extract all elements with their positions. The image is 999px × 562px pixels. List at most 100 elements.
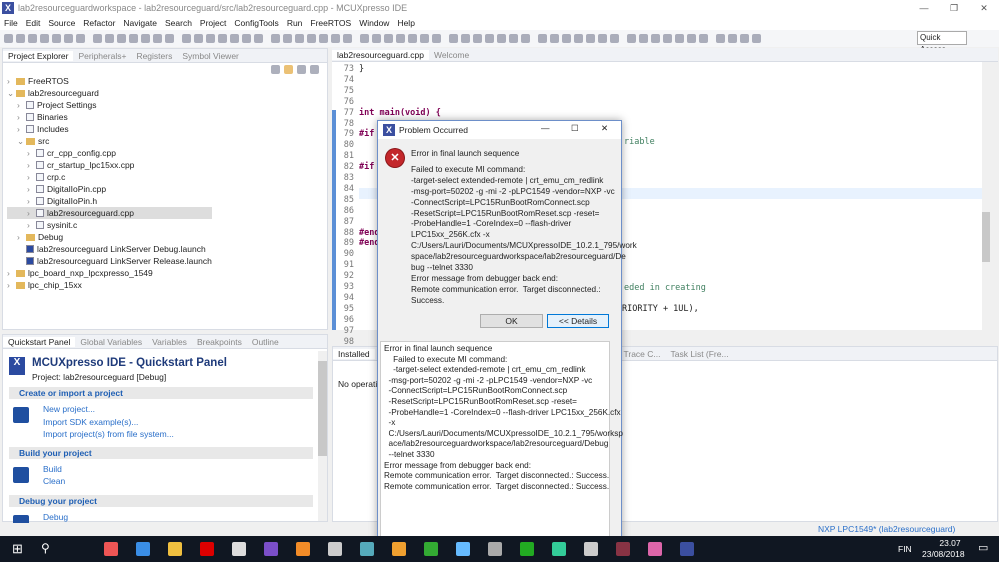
section-header[interactable]: Debug your project xyxy=(9,494,313,507)
toolbar-button-icon[interactable] xyxy=(218,34,227,43)
toolbar-button-icon[interactable] xyxy=(319,34,328,43)
toolbar-button-icon[interactable] xyxy=(165,34,174,43)
toolbar-button-icon[interactable] xyxy=(598,34,607,43)
expand-chevron-icon[interactable]: › xyxy=(27,183,36,195)
menu-navigate[interactable]: Navigate xyxy=(119,16,161,30)
expand-chevron-icon[interactable]: › xyxy=(27,195,36,207)
toolbar-button-icon[interactable] xyxy=(331,34,340,43)
taskbar-app-icon[interactable] xyxy=(392,542,406,556)
expand-chevron-icon[interactable]: › xyxy=(27,171,36,183)
toolbar-button-icon[interactable] xyxy=(497,34,506,43)
link-editor-icon[interactable] xyxy=(284,65,293,74)
details-text-area[interactable]: Error in final launch sequence Failed to… xyxy=(380,341,623,559)
tab-task-list-fre-[interactable]: Task List (Fre... xyxy=(665,349,733,359)
tree-item[interactable]: › DigitalIoPin.h xyxy=(7,195,212,207)
taskbar-app-icon[interactable] xyxy=(200,542,214,556)
tree-item[interactable]: › sysinit.c xyxy=(7,219,212,231)
section-header[interactable]: Build your project xyxy=(9,446,313,459)
toolbar-button-icon[interactable] xyxy=(538,34,547,43)
toolbar-button-icon[interactable] xyxy=(307,34,316,43)
section-header[interactable]: Create or import a project xyxy=(9,387,313,399)
tree-item[interactable]: › lab2resourceguard.cpp xyxy=(7,207,212,219)
maximize-button[interactable]: ❐ xyxy=(939,0,969,16)
language-indicator[interactable]: FIN xyxy=(898,544,912,554)
tree-item[interactable]: › cr_startup_lpc15xx.cpp xyxy=(7,159,212,171)
quickstart-link[interactable]: New project... xyxy=(43,403,319,416)
toolbar-button-icon[interactable] xyxy=(64,34,73,43)
tree-item[interactable]: › FreeRTOS xyxy=(7,75,212,87)
toolbar-button-icon[interactable] xyxy=(752,34,761,43)
taskbar-app-icon[interactable] xyxy=(680,542,694,556)
tab-outline[interactable]: Outline xyxy=(247,337,284,347)
quickstart-link[interactable]: Debug xyxy=(43,511,319,524)
tree-item[interactable]: lab2resourceguard LinkServer Debug.launc… xyxy=(7,243,212,255)
toolbar-button-icon[interactable] xyxy=(639,34,648,43)
toolbar-button-icon[interactable] xyxy=(76,34,85,43)
menu-file[interactable]: File xyxy=(0,16,22,30)
toolbar-button-icon[interactable] xyxy=(521,34,530,43)
dialog-minimize-button[interactable]: — xyxy=(541,123,550,133)
expand-chevron-icon[interactable]: › xyxy=(27,159,36,171)
details-button[interactable]: << Details xyxy=(547,314,609,328)
tree-item[interactable]: › Binaries xyxy=(7,111,212,123)
collapse-all-icon[interactable] xyxy=(271,65,280,74)
quickstart-link[interactable]: Clean xyxy=(43,475,319,488)
tab-symbol-viewer[interactable]: Symbol Viewer xyxy=(177,51,244,61)
menu-refactor[interactable]: Refactor xyxy=(79,16,119,30)
taskbar-app-icon[interactable] xyxy=(424,542,438,556)
menu-configtools[interactable]: ConfigTools xyxy=(230,16,282,30)
expand-chevron-icon[interactable]: › xyxy=(7,267,16,279)
toolbar-button-icon[interactable] xyxy=(728,34,737,43)
tab-peripherals-[interactable]: Peripherals+ xyxy=(73,51,131,61)
start-icon[interactable]: ⊞ xyxy=(12,541,23,557)
taskbar-app-icon[interactable] xyxy=(616,542,630,556)
tree-item[interactable]: › Project Settings xyxy=(7,99,212,111)
toolbar-button-icon[interactable] xyxy=(182,34,191,43)
expand-chevron-icon[interactable]: ⌄ xyxy=(7,87,16,99)
toolbar-button-icon[interactable] xyxy=(283,34,292,43)
dialog-close-button[interactable]: ✕ xyxy=(601,123,608,134)
taskbar-app-icon[interactable] xyxy=(136,542,150,556)
taskbar-app-icon[interactable] xyxy=(456,542,470,556)
toolbar-button-icon[interactable] xyxy=(663,34,672,43)
toolbar-button-icon[interactable] xyxy=(473,34,482,43)
taskbar-app-icon[interactable] xyxy=(296,542,310,556)
tab-registers[interactable]: Registers xyxy=(131,51,177,61)
close-button[interactable]: ✕ xyxy=(969,0,999,16)
taskbar-app-icon[interactable] xyxy=(488,542,502,556)
toolbar-button-icon[interactable] xyxy=(206,34,215,43)
expand-chevron-icon[interactable]: › xyxy=(27,219,36,231)
ok-button[interactable]: OK xyxy=(480,314,543,328)
menu-edit[interactable]: Edit xyxy=(22,16,45,30)
taskbar-app-icon[interactable] xyxy=(232,542,246,556)
tree-item[interactable]: › cr_cpp_config.cpp xyxy=(7,147,212,159)
toolbar-button-icon[interactable] xyxy=(562,34,571,43)
toolbar-button-icon[interactable] xyxy=(651,34,660,43)
expand-chevron-icon[interactable]: ⌄ xyxy=(17,135,26,147)
toolbar-button-icon[interactable] xyxy=(485,34,494,43)
tree-item[interactable]: › lpc_chip_15xx xyxy=(7,279,212,291)
toolbar-button-icon[interactable] xyxy=(105,34,114,43)
toolbar-button-icon[interactable] xyxy=(141,34,150,43)
toolbar-button-icon[interactable] xyxy=(372,34,381,43)
menu-window[interactable]: Window xyxy=(355,16,393,30)
expand-chevron-icon[interactable]: › xyxy=(17,111,26,123)
menu-help[interactable]: Help xyxy=(393,16,418,30)
tab-breakpoints[interactable]: Breakpoints xyxy=(192,337,247,347)
toolbar-button-icon[interactable] xyxy=(396,34,405,43)
toolbar-button-icon[interactable] xyxy=(93,34,102,43)
toolbar-button-icon[interactable] xyxy=(432,34,441,43)
tree-item[interactable]: ⌄ src xyxy=(7,135,212,147)
quick-access-input[interactable]: Quick Access xyxy=(917,31,967,54)
expand-chevron-icon[interactable]: › xyxy=(7,279,16,291)
view-menu-icon[interactable] xyxy=(310,65,319,74)
toolbar-button-icon[interactable] xyxy=(360,34,369,43)
toolbar-button-icon[interactable] xyxy=(509,34,518,43)
toolbar-button-icon[interactable] xyxy=(343,34,352,43)
notifications-icon[interactable]: ▭ xyxy=(978,541,988,554)
toolbar-button-icon[interactable] xyxy=(254,34,263,43)
toolbar-button-icon[interactable] xyxy=(740,34,749,43)
toolbar-button-icon[interactable] xyxy=(586,34,595,43)
toolbar-button-icon[interactable] xyxy=(40,34,49,43)
toolbar-button-icon[interactable] xyxy=(153,34,162,43)
